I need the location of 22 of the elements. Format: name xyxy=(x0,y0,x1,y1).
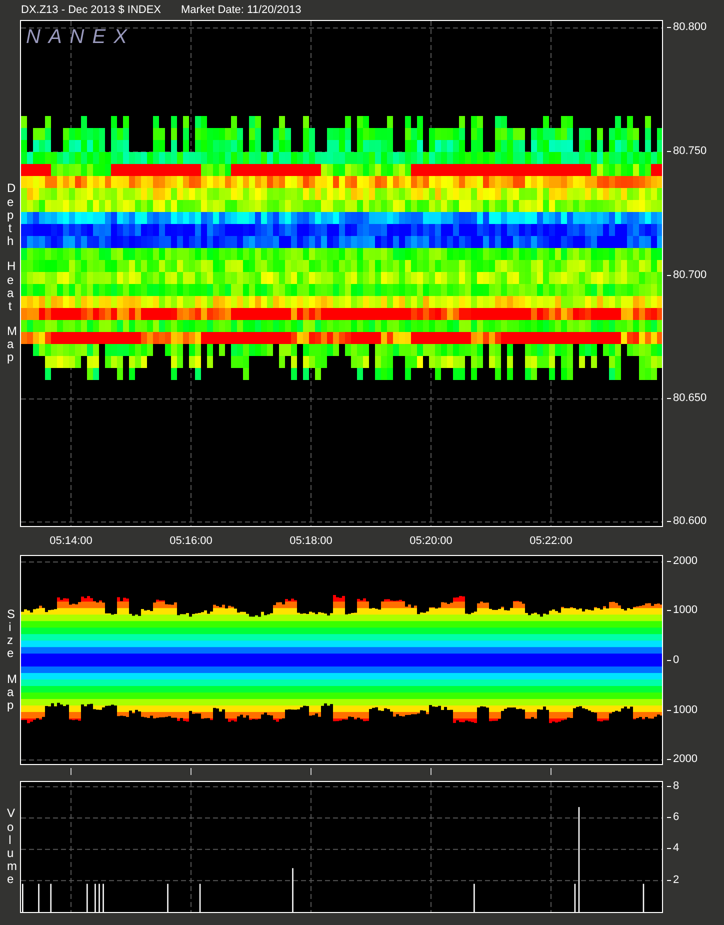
time-axis-label: 05:14:00 xyxy=(50,535,92,547)
time-axis-label: 05:18:00 xyxy=(290,535,332,547)
price-axis-label: 80.750 xyxy=(667,145,707,157)
time-axis-label: 05:16:00 xyxy=(170,535,212,547)
price-axis-label: 80.700 xyxy=(667,269,707,281)
volume-axis-label: 8 xyxy=(667,780,680,792)
price-axis-label: 80.800 xyxy=(667,21,707,33)
volume-axis-label: 4 xyxy=(667,842,680,854)
market-date: Market Date: 11/20/2013 xyxy=(181,3,302,17)
size-axis-label: 2000 xyxy=(667,555,698,567)
symbol-title: DX.Z13 - Dec 2013 $ INDEX xyxy=(21,3,162,17)
size-axis-label: 1000 xyxy=(667,704,698,716)
volume-axis-label: 6 xyxy=(667,811,680,824)
size-axis-label: 1000 xyxy=(667,604,698,616)
time-axis-label: 05:22:00 xyxy=(530,535,572,547)
size-axis-label: 2000 xyxy=(667,753,698,765)
time-axis-label: 05:20:00 xyxy=(410,535,452,547)
price-axis-label: 80.650 xyxy=(667,392,707,404)
size-axis-label: 0 xyxy=(667,654,680,666)
price-axis-label: 80.600 xyxy=(667,515,707,527)
volume-axis-label: 2 xyxy=(667,874,680,886)
logo: NANEX xyxy=(26,26,135,49)
